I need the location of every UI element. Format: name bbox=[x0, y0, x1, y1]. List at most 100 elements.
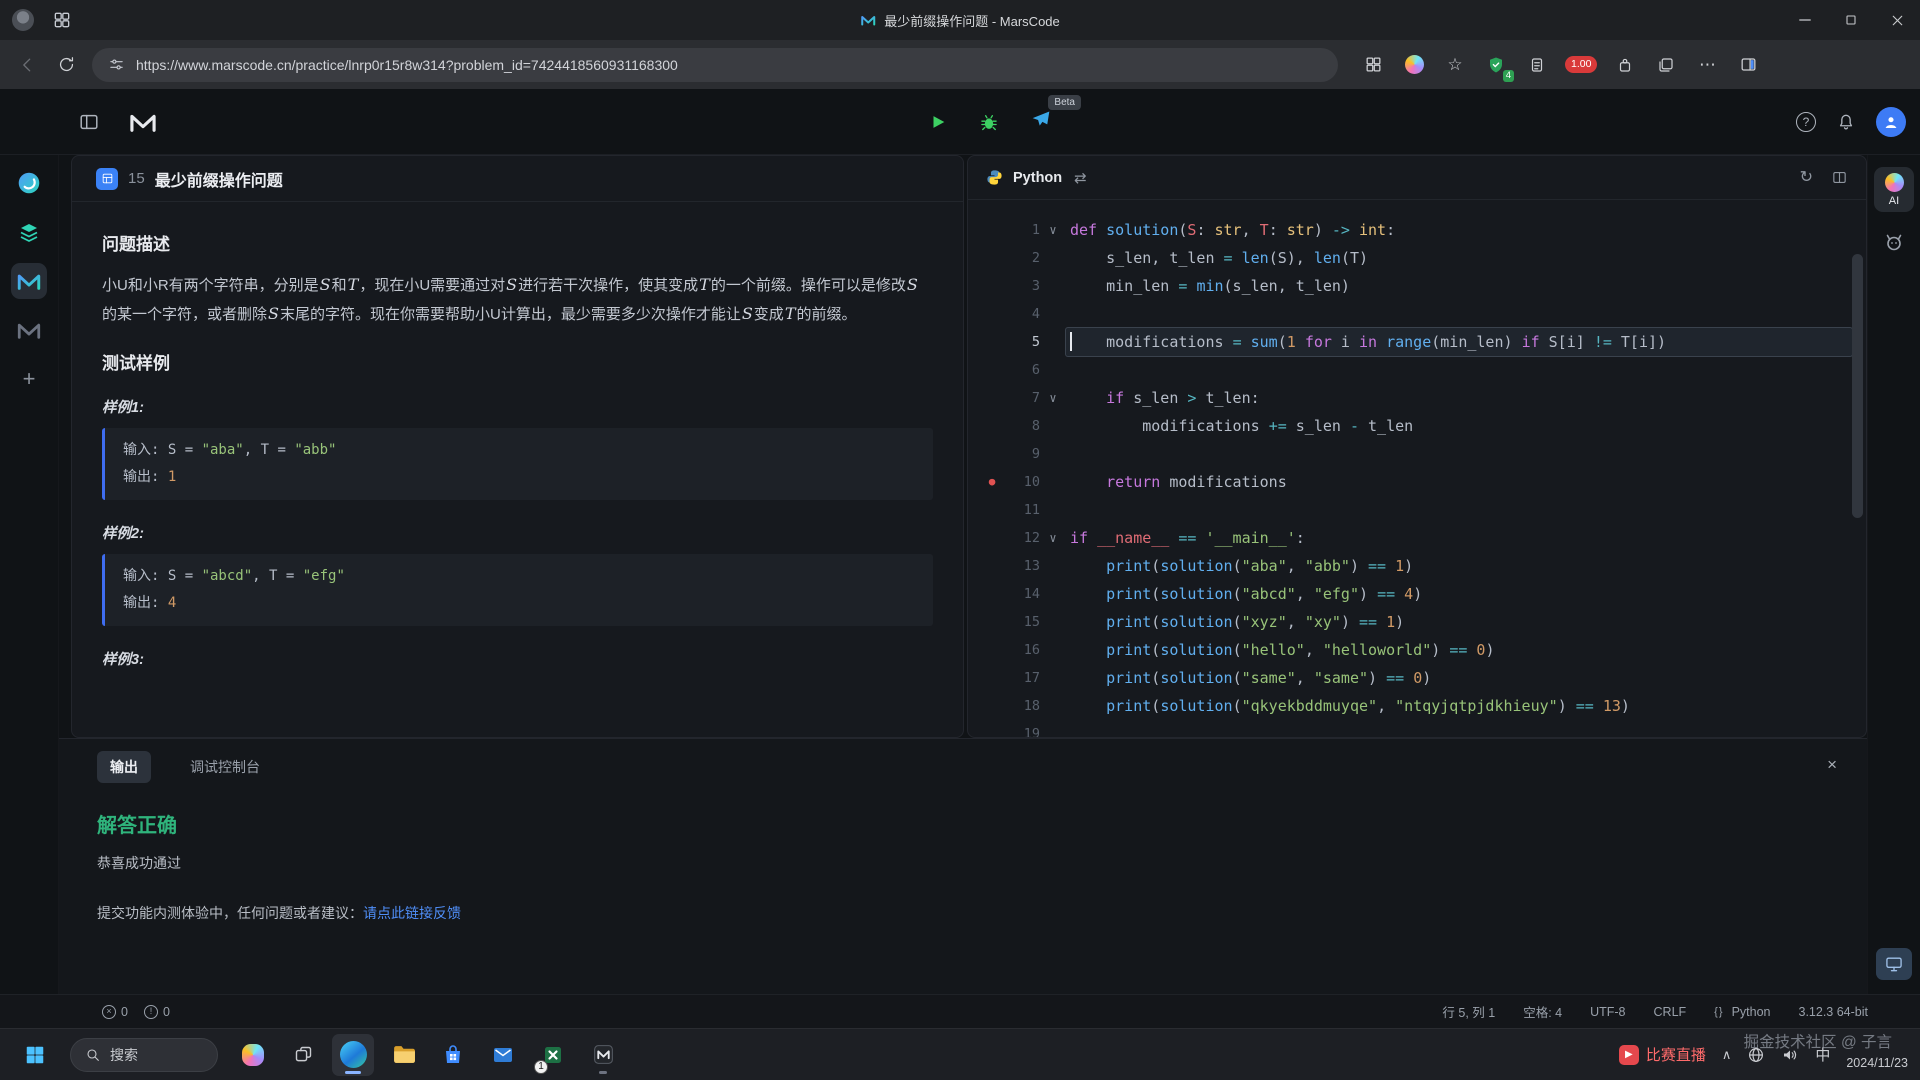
feedback-link[interactable]: 请点此链接反馈 bbox=[363, 905, 461, 921]
rail-practice-icon-active[interactable] bbox=[11, 263, 47, 299]
start-button[interactable] bbox=[14, 1034, 56, 1076]
reset-code-icon[interactable]: ↻ bbox=[1800, 169, 1813, 186]
run-button[interactable] bbox=[929, 113, 947, 131]
breakpoint-gutter[interactable]: ● bbox=[980, 244, 1004, 272]
breakpoint-gutter[interactable]: ● bbox=[980, 608, 1004, 636]
warnings-count[interactable]: ! 0 bbox=[143, 1004, 170, 1019]
status-item[interactable]: UTF-8 bbox=[1590, 1005, 1625, 1019]
code-line-17[interactable]: ● 17 print(solution("same", "same") == 0) bbox=[968, 664, 1866, 692]
breakpoint-gutter[interactable]: ● bbox=[980, 384, 1004, 412]
code-line-16[interactable]: ● 16 print(solution("hello", "helloworld"… bbox=[968, 636, 1866, 664]
maximize-button[interactable] bbox=[1828, 0, 1874, 40]
site-info-icon[interactable] bbox=[108, 56, 125, 73]
copilot-icon[interactable] bbox=[1401, 52, 1427, 78]
status-item[interactable]: CRLF bbox=[1654, 1005, 1687, 1019]
breakpoint-gutter[interactable]: ● bbox=[980, 272, 1004, 300]
user-avatar[interactable] bbox=[1876, 106, 1906, 137]
rail-add-button[interactable]: + bbox=[11, 361, 47, 397]
apps-grid-icon[interactable] bbox=[1360, 52, 1386, 78]
editor-scrollbar[interactable] bbox=[1852, 254, 1863, 518]
rail-camp-icon[interactable] bbox=[11, 165, 47, 201]
tab-debug-console[interactable]: 调试控制台 bbox=[177, 751, 273, 783]
code-line-8[interactable]: ● 8 modifications += s_len - t_len bbox=[968, 412, 1866, 440]
breakpoint-gutter[interactable]: ● bbox=[980, 636, 1004, 664]
code-line-5[interactable]: ● 5 modifications = sum(1 for i in range(… bbox=[968, 328, 1866, 356]
taskbar-excel-icon[interactable]: 1 bbox=[532, 1034, 574, 1076]
refresh-icon[interactable] bbox=[50, 49, 82, 81]
notifications-bell-icon[interactable] bbox=[1836, 112, 1856, 132]
breakpoint-gutter[interactable]: ● bbox=[980, 300, 1004, 328]
editor-body[interactable]: ●1∨def solution(S: str, T: str) -> int:●… bbox=[968, 200, 1866, 737]
code-line-10[interactable]: ● 10 return modifications bbox=[968, 468, 1866, 496]
adblock-shield-icon[interactable]: 4 bbox=[1483, 52, 1514, 82]
breakpoint-gutter[interactable]: ● bbox=[980, 524, 1004, 552]
split-screen-icon[interactable] bbox=[1735, 52, 1761, 78]
status-item[interactable]: 空格: 4 bbox=[1523, 1002, 1562, 1021]
code-line-18[interactable]: ● 18 print(solution("qkyekbddmuyqe", "ntq… bbox=[968, 692, 1866, 720]
taskbar-store-icon[interactable] bbox=[432, 1034, 474, 1076]
tray-chevron-up-icon[interactable]: ∧ bbox=[1722, 1048, 1732, 1061]
help-icon[interactable]: ? bbox=[1796, 111, 1816, 132]
code-line-19[interactable]: ● 19 bbox=[968, 720, 1866, 737]
breakpoint-gutter[interactable]: ● bbox=[980, 552, 1004, 580]
debug-button[interactable] bbox=[979, 112, 999, 132]
code-line-11[interactable]: ● 11 bbox=[968, 496, 1866, 524]
split-editor-icon[interactable] bbox=[1831, 169, 1848, 186]
errors-count[interactable]: × 0 bbox=[102, 1004, 128, 1019]
rail-courses-icon[interactable] bbox=[11, 214, 47, 250]
tab-output[interactable]: 输出 bbox=[97, 751, 151, 783]
address-bar[interactable]: https://www.marscode.cn/practice/lnrp0r1… bbox=[92, 47, 1338, 82]
more-options-icon[interactable]: ⋯ bbox=[1694, 52, 1720, 78]
panel-toggle-icon[interactable] bbox=[78, 111, 100, 133]
code-line-13[interactable]: ● 13 print(solution("aba", "abb") == 1) bbox=[968, 552, 1866, 580]
clipboard-icon[interactable] bbox=[1524, 52, 1550, 78]
code-line-6[interactable]: ●6 bbox=[968, 356, 1866, 384]
task-view-icon[interactable] bbox=[282, 1034, 324, 1076]
breakpoint-dot[interactable]: ● bbox=[980, 468, 1004, 496]
extensions-icon[interactable] bbox=[1612, 52, 1638, 78]
breakpoint-gutter[interactable]: ● bbox=[980, 580, 1004, 608]
language-switch-icon[interactable]: ⇄ bbox=[1074, 169, 1087, 187]
console-close-icon[interactable]: × bbox=[1827, 755, 1837, 775]
code-line-15[interactable]: ● 15 print(solution("xyz", "xy") == 1) bbox=[968, 608, 1866, 636]
code-line-7[interactable]: ● 7∨ if s_len > t_len: bbox=[968, 384, 1866, 412]
close-button[interactable] bbox=[1874, 0, 1920, 40]
taskbar-explorer-icon[interactable] bbox=[382, 1034, 424, 1076]
status-item[interactable]: { } Python bbox=[1714, 1005, 1770, 1019]
breakpoint-gutter[interactable]: ● bbox=[980, 496, 1004, 524]
submit-plane-button[interactable] bbox=[1031, 109, 1051, 129]
code-line-14[interactable]: ● 14 print(solution("abcd", "efg") == 4) bbox=[968, 580, 1866, 608]
taskbar-mail-icon[interactable] bbox=[482, 1034, 524, 1076]
browser-profile-avatar[interactable] bbox=[12, 9, 34, 31]
breakpoint-gutter[interactable]: ● bbox=[980, 720, 1004, 737]
status-item[interactable]: 3.12.3 64-bit bbox=[1799, 1005, 1869, 1019]
collections-icon[interactable] bbox=[1653, 52, 1679, 78]
breakpoint-gutter[interactable]: ● bbox=[980, 356, 1004, 384]
copilot-taskbar-icon[interactable] bbox=[232, 1034, 274, 1076]
code-line-9[interactable]: ●9 bbox=[968, 440, 1866, 468]
breakpoint-gutter[interactable]: ● bbox=[980, 440, 1004, 468]
breakpoint-gutter[interactable]: ● bbox=[980, 328, 1004, 356]
status-item[interactable]: 行 5, 列 1 bbox=[1442, 1002, 1495, 1021]
code-line-3[interactable]: ● 3 min_len = min(s_len, t_len) bbox=[968, 272, 1866, 300]
breakpoint-gutter[interactable]: ● bbox=[980, 216, 1004, 244]
points-badge[interactable]: 1.00 bbox=[1565, 52, 1598, 78]
breakpoint-gutter[interactable]: ● bbox=[980, 412, 1004, 440]
live-broadcast-button[interactable]: ▶ 比赛直播 bbox=[1618, 1044, 1706, 1065]
back-icon[interactable] bbox=[12, 49, 44, 81]
code-line-2[interactable]: ● 2 s_len, t_len = len(S), len(T) bbox=[968, 244, 1866, 272]
language-label[interactable]: Python bbox=[1013, 170, 1062, 186]
breakpoint-gutter[interactable]: ● bbox=[980, 692, 1004, 720]
code-line-12[interactable]: ● 12∨if __name__ == '__main__': bbox=[968, 524, 1866, 552]
code-line-4[interactable]: ●4 bbox=[968, 300, 1866, 328]
fold-chevron-icon[interactable]: ∨ bbox=[1040, 524, 1066, 552]
minimize-button[interactable] bbox=[1782, 0, 1828, 40]
assistant-mascot-icon[interactable] bbox=[1882, 230, 1906, 254]
ai-assistant-button[interactable]: AI bbox=[1874, 167, 1914, 212]
url-text[interactable]: https://www.marscode.cn/practice/lnrp0r1… bbox=[136, 57, 678, 73]
favorites-star-icon[interactable]: ☆ bbox=[1442, 52, 1468, 78]
taskbar-edge-icon[interactable] bbox=[332, 1033, 374, 1076]
terminal-toggle-button[interactable] bbox=[1876, 948, 1912, 980]
breakpoint-gutter[interactable]: ● bbox=[980, 664, 1004, 692]
marscode-logo[interactable] bbox=[128, 110, 158, 134]
